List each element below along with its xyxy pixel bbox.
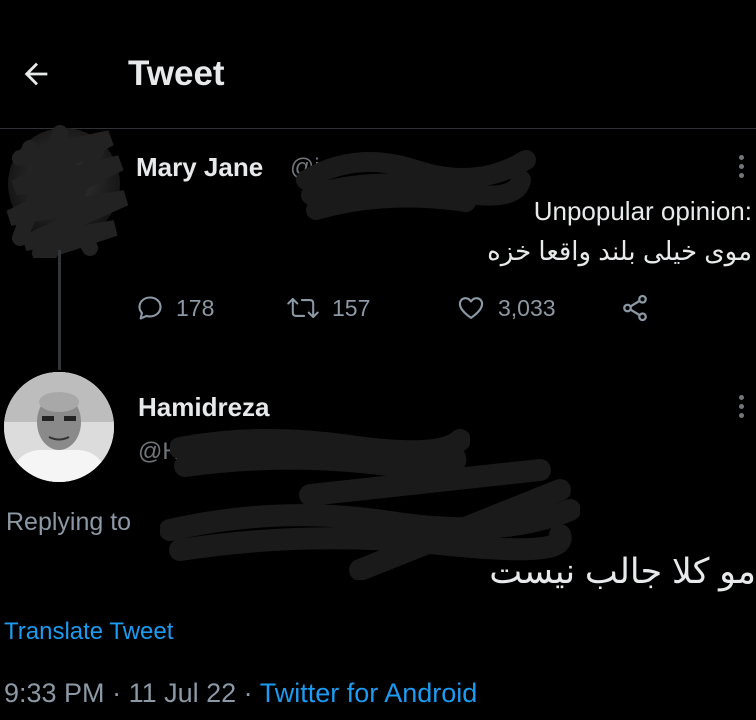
profile-photo — [4, 372, 114, 482]
heart-icon — [458, 297, 484, 319]
back-button[interactable] — [14, 52, 58, 96]
tweet-time: 9:33 PM — [4, 678, 105, 708]
tweet-source-link[interactable]: Twitter for Android — [260, 678, 478, 708]
redaction-scribble-handle — [296, 150, 536, 220]
replying-to-label: Replying to — [6, 508, 132, 536]
author-name[interactable]: Mary Jane — [136, 152, 263, 183]
tweet-text-line-2: موی خیلی بلند واقعا خزه — [487, 236, 752, 266]
reply-author-handle[interactable]: @H — [138, 438, 180, 466]
retweet-icon — [287, 297, 319, 319]
reply-more-options-button[interactable] — [726, 386, 756, 426]
retweet-count: 157 — [332, 294, 371, 321]
author-handle[interactable]: @i — [290, 154, 320, 182]
more-vertical-icon — [738, 154, 744, 160]
retweet-button[interactable]: 157 — [286, 294, 456, 322]
reply-count: 178 — [176, 294, 215, 321]
tweet-date: 11 Jul 22 — [128, 678, 237, 708]
reply-button[interactable]: 178 — [136, 294, 286, 322]
arrow-left-icon — [24, 62, 48, 86]
avatar-hamidreza[interactable] — [4, 372, 114, 482]
more-dot — [738, 403, 744, 409]
meta-separator: · — [243, 678, 260, 708]
tweet-text-line-1: :Unpopular opinion — [533, 196, 752, 226]
thread-connector — [58, 250, 61, 370]
more-dot — [738, 412, 744, 418]
like-count: 3,033 — [498, 294, 556, 321]
reply-tweet-text: مو کلا جالب نیست — [489, 552, 756, 591]
more-options-button[interactable] — [726, 146, 756, 186]
more-vertical-icon — [738, 394, 744, 400]
share-icon — [623, 294, 647, 322]
share-button[interactable] — [620, 293, 662, 323]
like-button[interactable]: 3,033 — [456, 294, 620, 322]
tweet-meta: 9:33 PM · 11 Jul 22 · Twitter for Androi… — [4, 678, 477, 709]
reply-author-name[interactable]: Hamidreza — [138, 392, 270, 423]
more-dot — [738, 172, 744, 178]
translate-tweet-link[interactable]: Translate Tweet — [4, 618, 173, 646]
speech-bubble-icon — [138, 296, 162, 320]
page-title: Tweet — [128, 54, 225, 93]
meta-separator: · — [112, 678, 129, 708]
avatar-mary-jane[interactable] — [8, 128, 120, 240]
header-bar: Tweet — [0, 0, 756, 129]
tweet-actions: 178 157 3,033 — [136, 288, 662, 328]
redaction-scribble-reply-handle — [170, 429, 470, 478]
more-dot — [738, 163, 744, 169]
